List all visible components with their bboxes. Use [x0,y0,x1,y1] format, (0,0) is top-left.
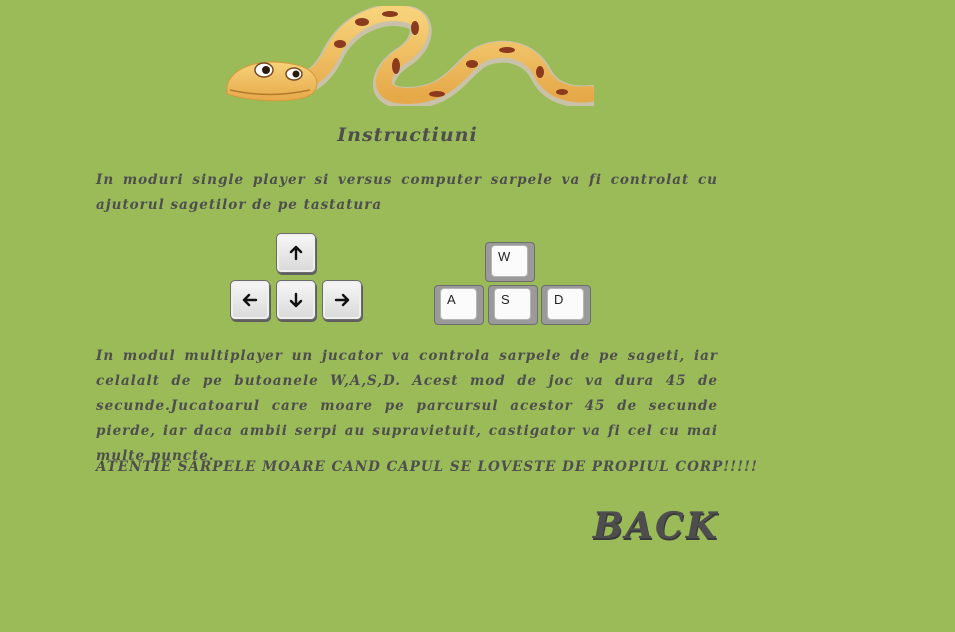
snake-illustration [226,6,594,106]
a-key-label: A [440,288,477,320]
arrow-right-icon [334,293,350,307]
w-key: W [485,242,535,282]
arrow-up-icon [289,245,303,261]
arrow-up-key [276,233,316,273]
arrow-right-key [322,280,362,320]
arrow-down-icon [289,292,303,308]
d-key: D [541,285,591,325]
s-key: S [488,285,538,325]
d-key-label: D [547,288,584,320]
arrow-down-key [276,280,316,320]
s-key-label: S [494,288,531,320]
a-key: A [434,285,484,325]
w-key-label: W [491,245,528,277]
page-title: Instructiuni [337,124,478,146]
warning-text: ATENTIE SARPELE MOARE CAND CAPUL SE LOVE… [96,459,758,475]
arrow-left-icon [242,293,258,307]
back-button[interactable]: BACK [593,505,719,547]
multiplayer-instructions: In modul multiplayer un jucator va contr… [96,348,718,464]
single-player-instructions: In moduri single player si versus comput… [96,172,718,213]
arrow-left-key [230,280,270,320]
